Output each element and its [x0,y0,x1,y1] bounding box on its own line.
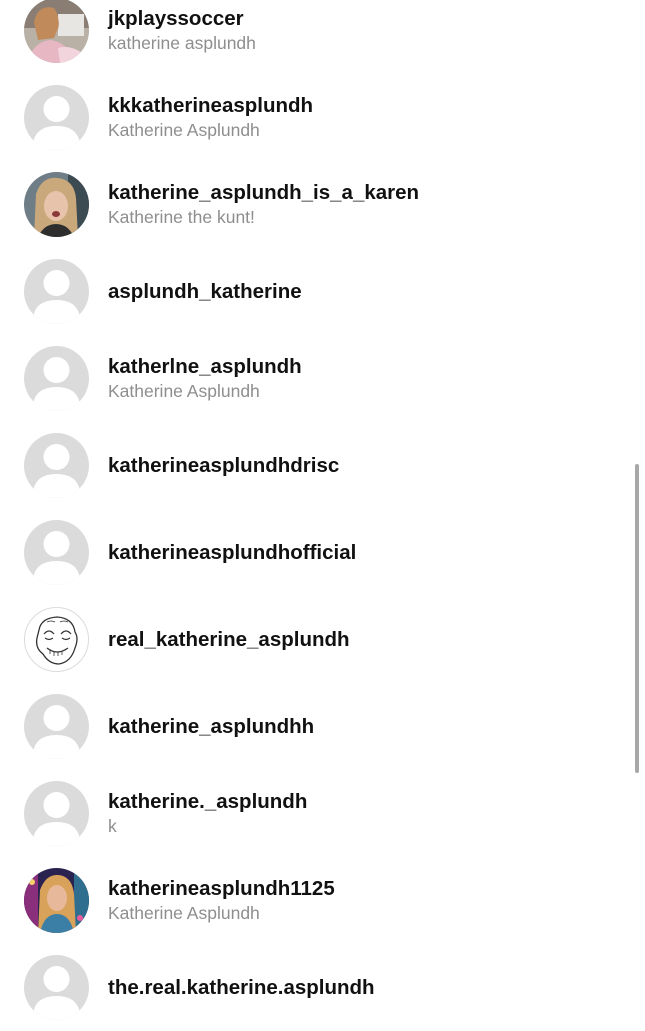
list-item[interactable]: the.real.katherine.asplundh [0,944,645,1031]
list-item[interactable]: katherineasplundhofficial [0,509,645,596]
avatar [24,259,89,324]
result-text: asplundh_katherine [108,248,605,335]
avatar [24,868,89,933]
full-name: katherine asplundh [108,33,256,53]
list-item[interactable]: katherine_asplundh_is_a_karen Katherine … [0,161,645,248]
photo-avatar-icon [24,0,89,63]
list-item[interactable]: asplundh_katherine [0,248,645,335]
avatar [24,955,89,1020]
avatar [24,607,89,672]
avatar [24,85,89,150]
search-results-list: jkplayssoccer katherine asplundh kkkathe… [0,0,645,1031]
avatar [24,172,89,237]
list-item[interactable]: katherineasplundh1125 Katherine Asplundh [0,857,645,944]
list-item[interactable]: kkkatherineasplundh Katherine Asplundh [0,74,645,161]
username: real_katherine_asplundh [108,628,350,651]
avatar [24,0,89,63]
username: kkkatherineasplundh [108,94,314,117]
photo-avatar-icon [24,868,89,933]
list-item[interactable]: katherineasplundhdrisc [0,422,645,509]
result-text: real_katherine_asplundh [108,596,605,683]
username: jkplayssoccer [108,7,244,30]
result-text: katherine_asplundh_is_a_karen Katherine … [108,161,605,248]
avatar [24,346,89,411]
username: katherine_asplundh_is_a_karen [108,181,420,204]
full-name: Katherine Asplundh [108,120,260,140]
default-avatar-icon [33,966,80,1020]
default-avatar-icon [33,357,80,411]
username: katherlne_asplundh [108,355,302,378]
result-text: jkplayssoccer katherine asplundh [108,0,605,74]
result-text: kkkatherineasplundh Katherine Asplundh [108,74,605,161]
result-text: katherineasplundhofficial [108,509,605,596]
result-text: the.real.katherine.asplundh [108,944,605,1031]
default-avatar-icon [33,705,80,759]
default-avatar-icon [33,531,80,585]
username: asplundh_katherine [108,280,302,303]
full-name: Katherine Asplundh [108,903,260,923]
result-text: katherine_asplundhh [108,683,605,770]
username: katherine._asplundh [108,790,308,813]
list-item[interactable]: katherine._asplundh k [0,770,645,857]
full-name: Katherine the kunt! [108,207,255,227]
full-name: k [108,816,117,836]
avatar [24,433,89,498]
default-avatar-icon [33,96,80,150]
username: katherineasplundh1125 [108,877,335,900]
username: katherine_asplundhh [108,715,315,738]
list-item[interactable]: real_katherine_asplundh [0,596,645,683]
avatar [24,694,89,759]
list-item[interactable]: katherine_asplundhh [0,683,645,770]
result-text: katherineasplundhdrisc [108,422,605,509]
scrollbar[interactable] [635,464,639,773]
photo-avatar-icon [24,172,89,237]
username: katherineasplundhofficial [108,541,357,564]
meme-face-icon [35,616,78,665]
result-text: katherineasplundh1125 Katherine Asplundh [108,857,605,944]
list-item[interactable]: katherlne_asplundh Katherine Asplundh [0,335,645,422]
result-text: katherine._asplundh k [108,770,605,857]
result-text: katherlne_asplundh Katherine Asplundh [108,335,605,422]
avatar [24,781,89,846]
list-item[interactable]: jkplayssoccer katherine asplundh [0,0,645,74]
username: katherineasplundhdrisc [108,454,340,477]
username: the.real.katherine.asplundh [108,976,375,999]
full-name: Katherine Asplundh [108,381,260,401]
default-avatar-icon [33,270,80,324]
default-avatar-icon [33,444,80,498]
avatar [24,520,89,585]
default-avatar-icon [33,792,80,846]
